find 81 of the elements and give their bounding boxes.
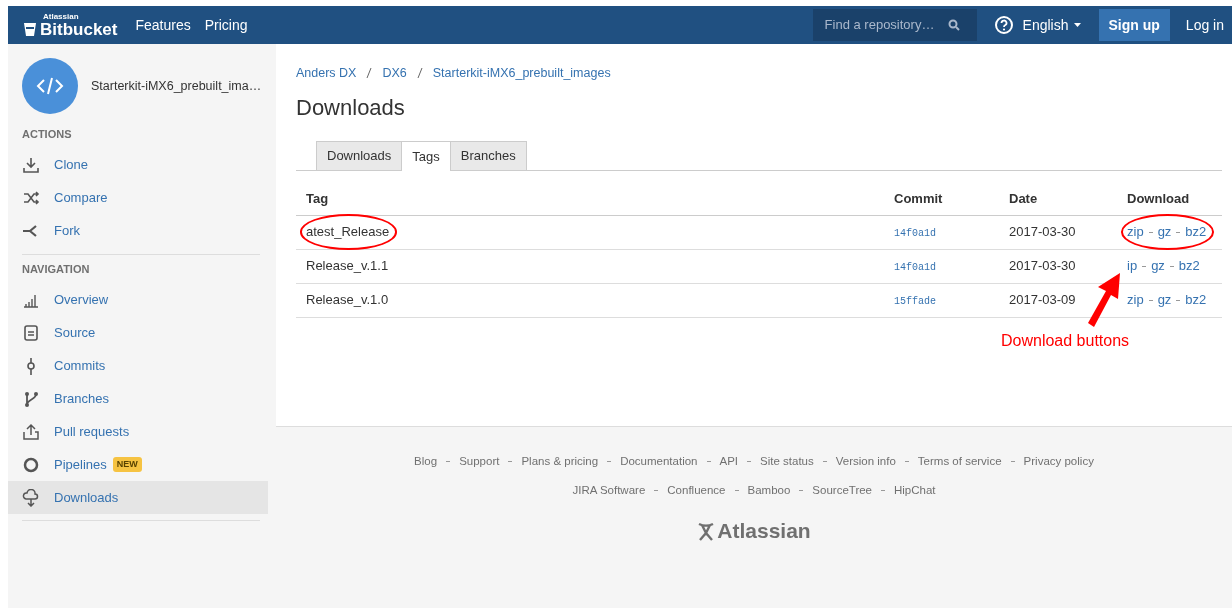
sidebar-item[interactable]: Source — [8, 316, 268, 349]
column-header: Date — [999, 183, 1117, 216]
breadcrumb-link[interactable]: Anders DX — [296, 64, 357, 83]
sidebar-item[interactable]: Compare — [8, 181, 268, 215]
bucket-icon — [23, 21, 37, 37]
tag-name[interactable]: Release_v.1.0 — [306, 292, 389, 308]
sidebar-item[interactable]: Branches — [8, 382, 268, 415]
footer-link[interactable]: Plans & pricing — [521, 452, 599, 471]
tab[interactable]: Tags — [401, 141, 451, 172]
tag-name[interactable]: Release_v.1.1 — [306, 258, 389, 274]
breadcrumb-separator — [366, 67, 373, 80]
footer-link[interactable]: Documentation — [620, 452, 698, 471]
column-header: Download — [1117, 183, 1222, 216]
nav-link[interactable]: Pricing — [204, 14, 248, 36]
download-link[interactable]: gz — [1157, 224, 1172, 240]
sidebar-item[interactable]: Pull requests — [8, 415, 268, 448]
tab[interactable]: Downloads — [316, 141, 403, 171]
download-link[interactable]: bz2 — [1185, 224, 1207, 240]
logo-text: Bitbucket — [40, 20, 118, 38]
sidebar-item[interactable]: Downloads — [8, 481, 268, 514]
search-bar[interactable]: Find a repository… — [812, 9, 977, 41]
footer-link[interactable]: HipChat — [894, 481, 936, 500]
sign-up-button[interactable]: Sign up — [1098, 9, 1170, 41]
tab[interactable]: Branches — [449, 141, 527, 171]
footer-link[interactable]: JIRA Software — [572, 481, 646, 500]
commit-hash[interactable]: 14f0a1d — [894, 228, 936, 240]
repository-avatar-icon — [22, 58, 78, 114]
footer-link[interactable]: Terms of service — [917, 452, 1002, 471]
help-icon[interactable] — [994, 16, 1013, 34]
footer-link[interactable]: API — [719, 452, 739, 471]
download-icon — [22, 156, 40, 174]
sidebar-item[interactable]: Commits — [8, 349, 268, 382]
commit-hash[interactable]: 14f0a1d — [894, 262, 936, 274]
sidebar-item[interactable]: Fork — [8, 214, 268, 248]
page-title: Downloads — [296, 94, 406, 122]
download-link[interactable]: zip — [1127, 292, 1144, 308]
tag-name[interactable]: atest_Release — [306, 224, 390, 240]
sidebar-item[interactable]: Clone — [8, 148, 268, 182]
brand-name: Atlassian — [717, 518, 811, 544]
download-link[interactable]: bz2 — [1185, 292, 1207, 308]
branch-icon — [22, 389, 40, 408]
footer-link[interactable]: Confluence — [667, 481, 726, 500]
footer-link[interactable]: SourceTree — [812, 481, 872, 500]
download-link[interactable]: zip — [1127, 224, 1144, 240]
commit-hash[interactable]: 15ffade — [894, 296, 936, 308]
ring-icon — [22, 455, 40, 474]
log-in-link[interactable]: Log in — [1185, 14, 1224, 36]
document-icon — [22, 323, 40, 342]
footer-link[interactable]: Blog — [414, 452, 438, 471]
download-link[interactable]: gz — [1157, 292, 1172, 308]
date-cell: 2017-03-30 — [999, 215, 1117, 250]
nav-link[interactable]: Features — [135, 14, 191, 36]
upload-icon — [22, 422, 40, 441]
shuffle-icon — [22, 189, 40, 207]
footer-link[interactable]: Version info — [835, 452, 896, 471]
search-field[interactable]: Find a repository… — [822, 14, 948, 36]
atlassian-logo-icon — [697, 520, 716, 541]
download-link[interactable]: gz — [1151, 258, 1165, 274]
footer-link[interactable]: Support — [459, 452, 500, 471]
footer-link[interactable]: Site status — [760, 452, 814, 471]
section-heading: ACTIONS — [21, 127, 73, 142]
sidebar-item[interactable]: Overview — [8, 283, 268, 316]
column-header: Tag — [296, 183, 884, 216]
logo-caption: Atlassian — [43, 12, 80, 21]
breadcrumb-link[interactable]: DX6 — [382, 64, 407, 83]
footer-link[interactable]: Privacy policy — [1023, 452, 1094, 471]
download-link[interactable]: ip — [1127, 258, 1138, 274]
download-link[interactable]: bz2 — [1178, 258, 1200, 274]
search-icon — [947, 19, 960, 31]
repository-name[interactable]: Starterkit-iMX6_prebuilt_ima… — [91, 76, 262, 96]
section-heading: NAVIGATION — [21, 261, 91, 277]
sidebar-item[interactable]: Pipelines NEW — [8, 448, 268, 481]
caret-icon — [1073, 23, 1081, 27]
breadcrumb-link[interactable]: Starterkit-iMX6_prebuilt_images — [432, 64, 611, 83]
new-badge: NEW — [112, 456, 142, 473]
footer-link[interactable]: Bamboo — [747, 481, 791, 500]
cloud-download-icon — [22, 488, 40, 507]
breadcrumb-separator — [416, 67, 423, 80]
language-menu[interactable]: English — [1022, 14, 1081, 36]
annotation-label: Download buttons — [1001, 331, 1130, 352]
column-header: Commit — [884, 183, 999, 216]
